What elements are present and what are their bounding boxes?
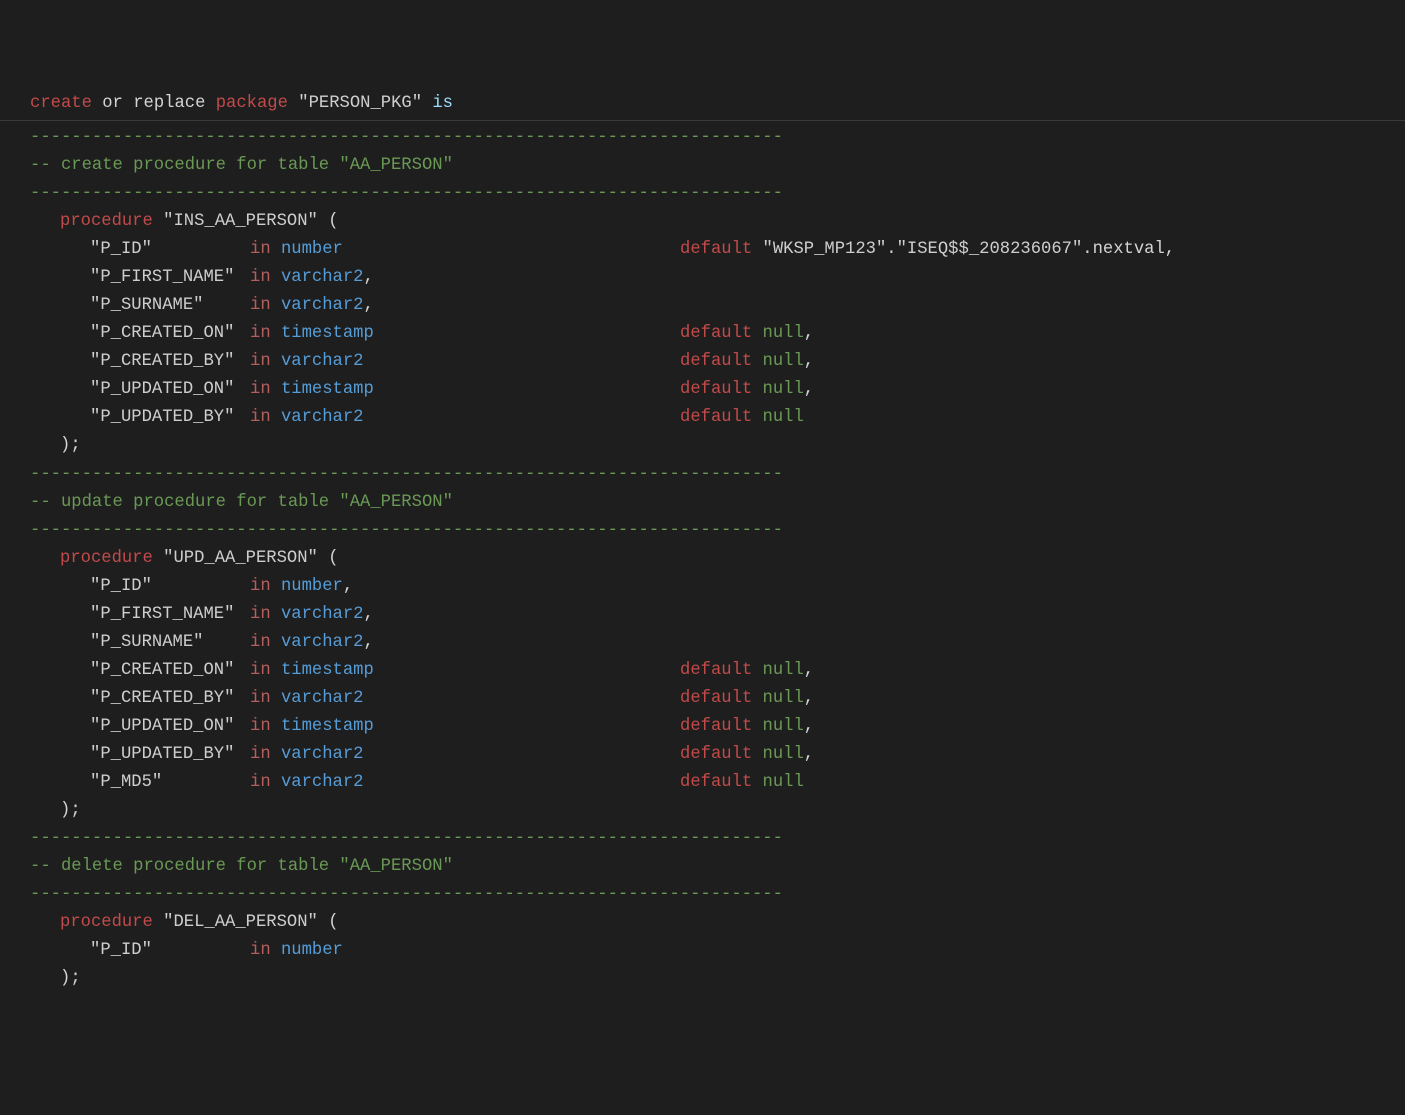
param-line: "P_UPDATED_ON"in timestampdefault null, (0, 713, 1405, 741)
param-line: "P_CREATED_BY"in varchar2default null, (0, 348, 1405, 376)
pkg-header: create or replace package "PERSON_PKG" i… (0, 90, 1405, 118)
proc-close: ); (0, 432, 1405, 460)
comment-line: -- update procedure for table "AA_PERSON… (0, 489, 1405, 517)
param-line: "P_FIRST_NAME"in varchar2, (0, 264, 1405, 292)
dash-line: ----------------------------------------… (0, 825, 1405, 853)
param-line: "P_ID"in number (0, 937, 1405, 965)
proc-close: ); (0, 965, 1405, 993)
param-line: "P_FIRST_NAME"in varchar2, (0, 601, 1405, 629)
param-line: "P_UPDATED_BY"in varchar2default null, (0, 741, 1405, 769)
dash-line: ----------------------------------------… (0, 461, 1405, 489)
proc-decl: procedure "DEL_AA_PERSON" ( (0, 909, 1405, 937)
param-line: "P_SURNAME"in varchar2, (0, 292, 1405, 320)
dash-line: ----------------------------------------… (0, 180, 1405, 208)
param-line: "P_MD5"in varchar2default null (0, 769, 1405, 797)
dash-line: ----------------------------------------… (0, 517, 1405, 545)
param-line: "P_SURNAME"in varchar2, (0, 629, 1405, 657)
param-line: "P_UPDATED_BY"in varchar2default null (0, 404, 1405, 432)
param-line: "P_CREATED_ON"in timestampdefault null, (0, 657, 1405, 685)
param-line: "P_CREATED_ON"in timestampdefault null, (0, 320, 1405, 348)
param-line: "P_CREATED_BY"in varchar2default null, (0, 685, 1405, 713)
code-editor: create or replace package "PERSON_PKG" i… (0, 90, 1405, 993)
proc-close: ); (0, 797, 1405, 825)
proc-decl: procedure "UPD_AA_PERSON" ( (0, 545, 1405, 573)
dash-line: ----------------------------------------… (0, 124, 1405, 152)
proc-decl: procedure "INS_AA_PERSON" ( (0, 208, 1405, 236)
comment-line: -- delete procedure for table "AA_PERSON… (0, 853, 1405, 881)
param-line: "P_ID"in numberdefault "WKSP_MP123"."ISE… (0, 236, 1405, 264)
param-line: "P_UPDATED_ON"in timestampdefault null, (0, 376, 1405, 404)
comment-line: -- create procedure for table "AA_PERSON… (0, 152, 1405, 180)
param-line: "P_ID"in number, (0, 573, 1405, 601)
